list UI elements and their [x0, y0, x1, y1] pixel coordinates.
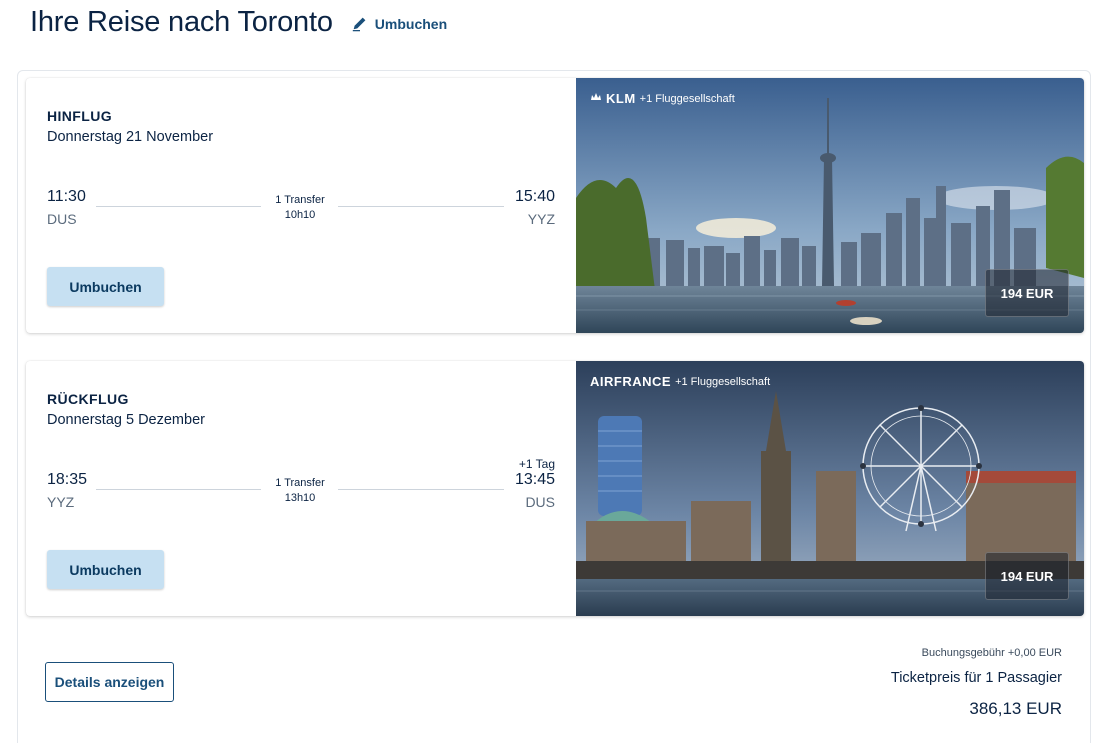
outbound-transfer-info: 1 Transfer 10h10: [262, 193, 338, 223]
outbound-arrival-time: 15:40: [514, 188, 555, 205]
outbound-flight-card: HINFLUG Donnerstag 21 November 11:30 DUS…: [26, 78, 1084, 333]
outbound-date: Donnerstag 21 November: [47, 129, 214, 145]
toronto-skyline-image: KLM +1 Fluggesellschaft 194 EUR: [576, 78, 1084, 333]
return-departure-airport: YYZ: [47, 494, 75, 510]
return-rebook-button[interactable]: Umbuchen: [47, 550, 164, 589]
page-header: Ihre Reise nach Toronto Umbuchen: [30, 4, 447, 40]
page-title: Ihre Reise nach Toronto: [30, 5, 333, 38]
return-direction: RÜCKFLUG: [47, 391, 129, 407]
return-transfer-count: 1 Transfer: [275, 477, 325, 489]
return-flight-details: RÜCKFLUG Donnerstag 5 Dezember 18:35 YYZ…: [26, 361, 576, 616]
return-departure-time: 18:35: [47, 471, 88, 488]
return-arrival-time: 13:45: [514, 471, 555, 488]
ticket-total-price: 386,13 EUR: [969, 699, 1062, 718]
return-transfer-info: 1 Transfer 13h10: [262, 476, 338, 506]
return-arrival-airport: DUS: [525, 494, 555, 510]
footer-actions: Details anzeigen: [45, 662, 174, 702]
route-line: [96, 489, 261, 490]
header-rebook-label: Umbuchen: [374, 16, 448, 32]
outbound-departure-airport: DUS: [47, 211, 77, 227]
return-airline-extra: +1 Fluggesellschaft: [675, 375, 771, 388]
outbound-departure-time: 11:30: [47, 188, 86, 205]
route-line: [96, 206, 261, 207]
outbound-price-badge: 194 EUR: [985, 269, 1069, 317]
pencil-icon: [351, 14, 369, 35]
outbound-airline-extra: +1 Fluggesellschaft: [639, 92, 735, 105]
outbound-direction: HINFLUG: [47, 108, 113, 124]
airfrance-logo: AIRFRANCE: [590, 374, 672, 389]
return-airline: AIRFRANCE +1 Fluggesellschaft: [590, 374, 770, 389]
route-line: [338, 489, 504, 490]
return-duration: 13h10: [284, 492, 316, 504]
details-button[interactable]: Details anzeigen: [45, 662, 174, 702]
duesseldorf-image: AIRFRANCE +1 Fluggesellschaft 194 EUR: [576, 361, 1084, 616]
outbound-transfer-count: 1 Transfer: [275, 194, 325, 206]
return-plus-day: +1 Tag: [518, 457, 555, 471]
outbound-airline: KLM +1 Fluggesellschaft: [590, 91, 735, 106]
crown-icon: [590, 92, 602, 105]
return-flight-card: RÜCKFLUG Donnerstag 5 Dezember 18:35 YYZ…: [26, 361, 1084, 616]
trip-container: HINFLUG Donnerstag 21 November 11:30 DUS…: [17, 70, 1091, 743]
ticket-price-label: Ticketpreis für 1 Passagier: [890, 670, 1062, 686]
outbound-rebook-button[interactable]: Umbuchen: [47, 267, 164, 306]
outbound-flight-details: HINFLUG Donnerstag 21 November 11:30 DUS…: [26, 78, 576, 333]
outbound-duration: 10h10: [284, 209, 316, 221]
booking-fee: Buchungsgebühr +0,00 EUR: [921, 647, 1062, 659]
route-line: [338, 206, 504, 207]
outbound-arrival-airport: YYZ: [527, 211, 555, 227]
klm-logo: KLM: [606, 91, 636, 106]
return-price-badge: 194 EUR: [985, 552, 1069, 600]
return-date: Donnerstag 5 Dezember: [47, 412, 205, 428]
header-rebook-link[interactable]: Umbuchen: [351, 14, 447, 35]
